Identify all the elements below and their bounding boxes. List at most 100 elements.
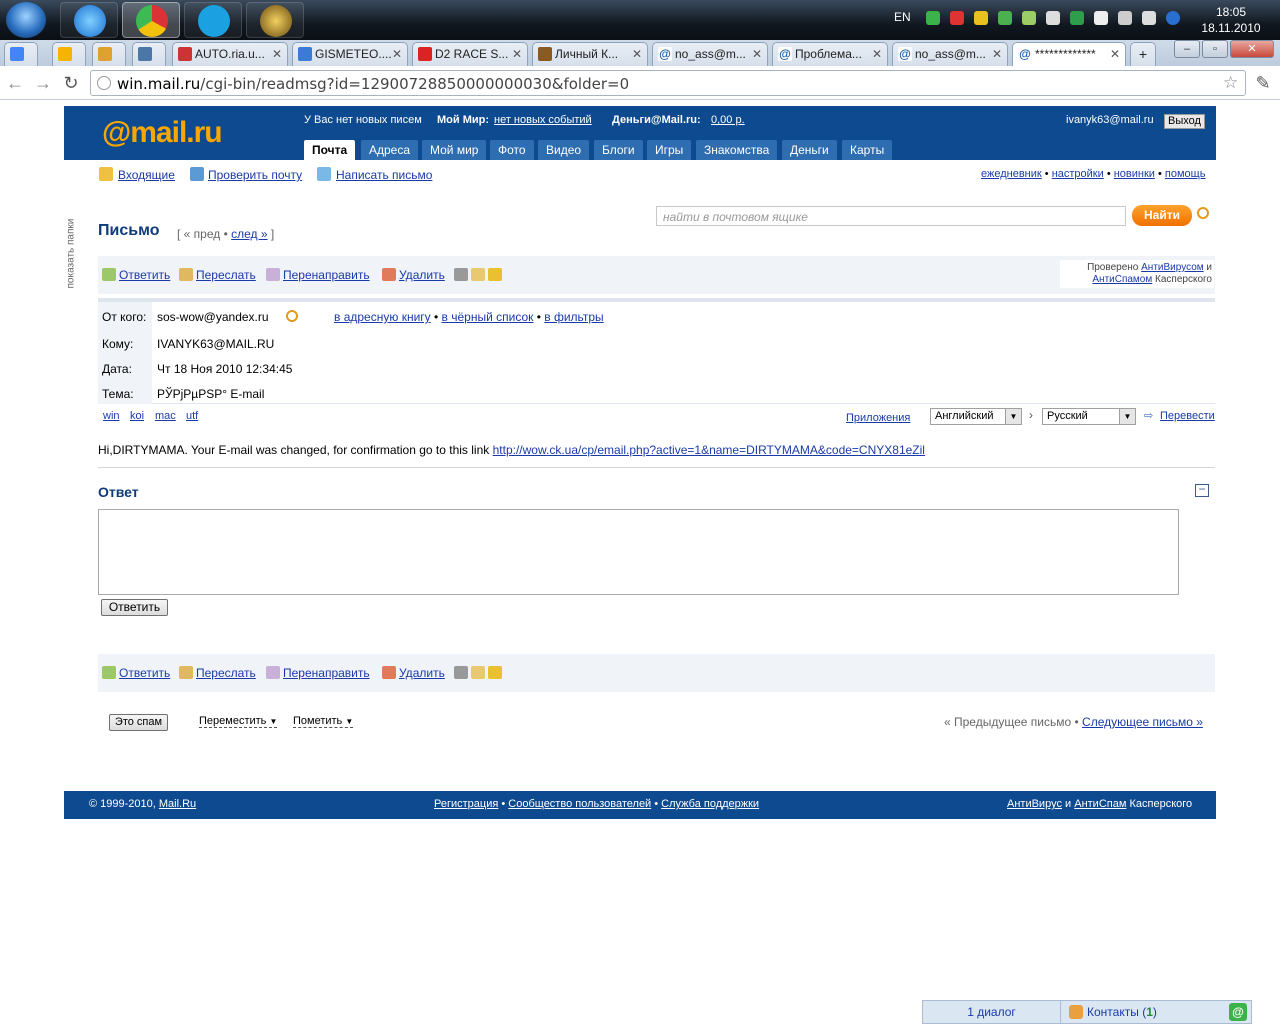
forward-link[interactable]: Переслать <box>196 268 256 282</box>
tray-icon-6[interactable] <box>1046 11 1060 25</box>
find-button[interactable]: Найти <box>1132 205 1192 226</box>
body-link[interactable]: http://wow.ck.ua/cp/email.php?active=1&n… <box>493 443 925 457</box>
browser-tab[interactable]: Личный К... ✕ <box>532 42 648 66</box>
tab-maps[interactable]: Карты <box>842 140 893 160</box>
delete-action[interactable]: Удалить <box>382 268 445 282</box>
close-tab-icon[interactable]: ✕ <box>272 43 282 65</box>
redirect-action[interactable]: Перенаправить <box>266 268 370 282</box>
redirect-action[interactable]: Перенаправить <box>266 666 370 680</box>
diary-link[interactable]: ежедневник <box>981 168 1042 180</box>
clock[interactable]: 18:05 18.11.2010 <box>1196 4 1266 36</box>
maximize-button[interactable]: ▫ <box>1202 40 1228 58</box>
browser-tab[interactable]: D2 RACE S... ✕ <box>412 42 528 66</box>
forward-action[interactable]: Переслать <box>179 268 256 282</box>
reply-action[interactable]: Ответить <box>102 666 170 680</box>
tray-icon-4[interactable] <box>998 11 1012 25</box>
reload-button[interactable]: ↻ <box>60 72 82 94</box>
forward-action[interactable]: Переслать <box>179 666 256 680</box>
kaspersky-as-link[interactable]: АнтиСпамом <box>1092 274 1152 285</box>
forward-link[interactable]: Переслать <box>196 666 256 680</box>
taskbar-warcraft[interactable] <box>246 2 304 38</box>
print-icon[interactable] <box>454 268 468 281</box>
tray-icon-7[interactable] <box>1070 11 1084 25</box>
register-link[interactable]: Регистрация <box>434 798 498 810</box>
translate-to-select[interactable]: Русский ▼ <box>1042 408 1136 425</box>
community-link[interactable]: Сообщество пользователей <box>508 798 651 810</box>
wrench-icon[interactable]: ✎ <box>1252 72 1274 94</box>
translate-link[interactable]: Перевести <box>1160 410 1215 422</box>
delete-link[interactable]: Удалить <box>399 666 445 680</box>
reply-link[interactable]: Ответить <box>119 666 170 680</box>
close-tab-icon[interactable]: ✕ <box>872 43 882 65</box>
settings-link[interactable]: настройки <box>1052 168 1104 180</box>
translate-from-select[interactable]: Английский ▼ <box>930 408 1022 425</box>
to-blacklist-link[interactable]: в чёрный список <box>442 310 534 324</box>
tray-icon-3[interactable] <box>974 11 988 25</box>
bookmark-star-icon[interactable]: ☆ <box>1223 73 1238 93</box>
delete-link[interactable]: Удалить <box>399 268 445 282</box>
save-icon[interactable] <box>488 666 502 679</box>
send-reply-button[interactable]: Ответить <box>101 599 168 616</box>
moy-mir-link[interactable]: нет новых событий <box>494 114 592 126</box>
agent-status-icon[interactable]: @ <box>1229 1003 1247 1021</box>
compose-link[interactable]: Написать письмо <box>336 168 432 182</box>
to-addressbook-link[interactable]: в адресную книгу <box>334 310 431 324</box>
rfc-icon[interactable] <box>471 268 485 281</box>
encoding-win[interactable]: win <box>103 410 120 422</box>
taskbar-skype[interactable] <box>184 2 242 38</box>
browser-tab[interactable]: AUTO.ria.u... ✕ <box>172 42 288 66</box>
tab-addresses[interactable]: Адреса <box>361 140 419 160</box>
dengi-value[interactable]: 0,00 р. <box>711 114 745 126</box>
tab-money[interactable]: Деньги <box>782 140 837 160</box>
next-letter-link-bottom[interactable]: Следующее письмо » <box>1082 715 1203 729</box>
move-dropdown[interactable]: Переместить ▼ <box>199 715 278 728</box>
tab-blogs[interactable]: Блоги <box>594 140 643 160</box>
new-tab-button[interactable]: + <box>1130 42 1156 66</box>
tab-video[interactable]: Видео <box>538 140 590 160</box>
search-input[interactable]: найти в почтовом ящике <box>656 206 1126 226</box>
start-button[interactable] <box>6 2 46 38</box>
language-indicator[interactable]: EN <box>894 10 911 24</box>
volume-icon[interactable] <box>1142 11 1156 25</box>
close-tab-icon[interactable]: ✕ <box>1110 43 1120 65</box>
browser-tab[interactable]: @ Проблема... ✕ <box>772 42 888 66</box>
tray-icon-2[interactable] <box>950 11 964 25</box>
mailru-logo[interactable]: @mail.ru <box>102 116 223 150</box>
print-icon[interactable] <box>454 666 468 679</box>
attachments-link[interactable]: Приложения <box>846 412 910 424</box>
close-tab-icon[interactable]: ✕ <box>992 43 1002 65</box>
delete-action[interactable]: Удалить <box>382 666 445 680</box>
network-icon[interactable] <box>1118 11 1132 25</box>
encoding-utf[interactable]: utf <box>186 410 198 422</box>
power-icon[interactable] <box>1166 11 1180 25</box>
reply-action[interactable]: Ответить <box>102 268 170 282</box>
collapse-reply-button[interactable]: − <box>1195 483 1209 497</box>
to-filters-link[interactable]: в фильтры <box>544 310 603 324</box>
browser-tab[interactable] <box>132 42 166 66</box>
support-link[interactable]: Служба поддержки <box>661 798 759 810</box>
advanced-search-icon[interactable] <box>1197 207 1209 219</box>
kaspersky-av-link[interactable]: АнтиВирусом <box>1141 262 1204 273</box>
next-letter-link[interactable]: след » <box>231 227 267 241</box>
close-tab-icon[interactable]: ✕ <box>632 43 642 65</box>
browser-tab-active[interactable]: @ ************* ✕ <box>1012 42 1126 67</box>
inbox-link[interactable]: Входящие <box>118 168 175 182</box>
tab-mail[interactable]: Почта <box>304 140 356 160</box>
check-mail-link[interactable]: Проверить почту <box>208 168 302 182</box>
exit-button[interactable]: Выход <box>1164 114 1205 129</box>
from-value[interactable]: sos-wow@yandex.ru <box>157 310 269 324</box>
contacts-button[interactable]: Контакты (1) <box>1087 1005 1157 1019</box>
browser-tab[interactable]: @ no_ass@m... ✕ <box>652 42 768 66</box>
tab-photo[interactable]: Фото <box>490 140 534 160</box>
antispam-link[interactable]: АнтиСпам <box>1074 798 1126 810</box>
help-link[interactable]: помощь <box>1165 168 1206 180</box>
tab-dating[interactable]: Знакомства <box>696 140 778 160</box>
tab-my-world[interactable]: Мой мир <box>422 140 487 160</box>
taskbar-chrome[interactable] <box>122 2 180 38</box>
close-window-button[interactable]: ✕ <box>1230 40 1274 58</box>
taskbar-itunes[interactable] <box>60 2 118 38</box>
encoding-koi[interactable]: koi <box>130 410 144 422</box>
browser-tab[interactable] <box>92 42 126 66</box>
address-bar[interactable]: win.mail.ru/cgi-bin/readmsg?id=129007288… <box>90 70 1246 96</box>
dialog-count[interactable]: 1 диалог <box>923 1001 1061 1023</box>
